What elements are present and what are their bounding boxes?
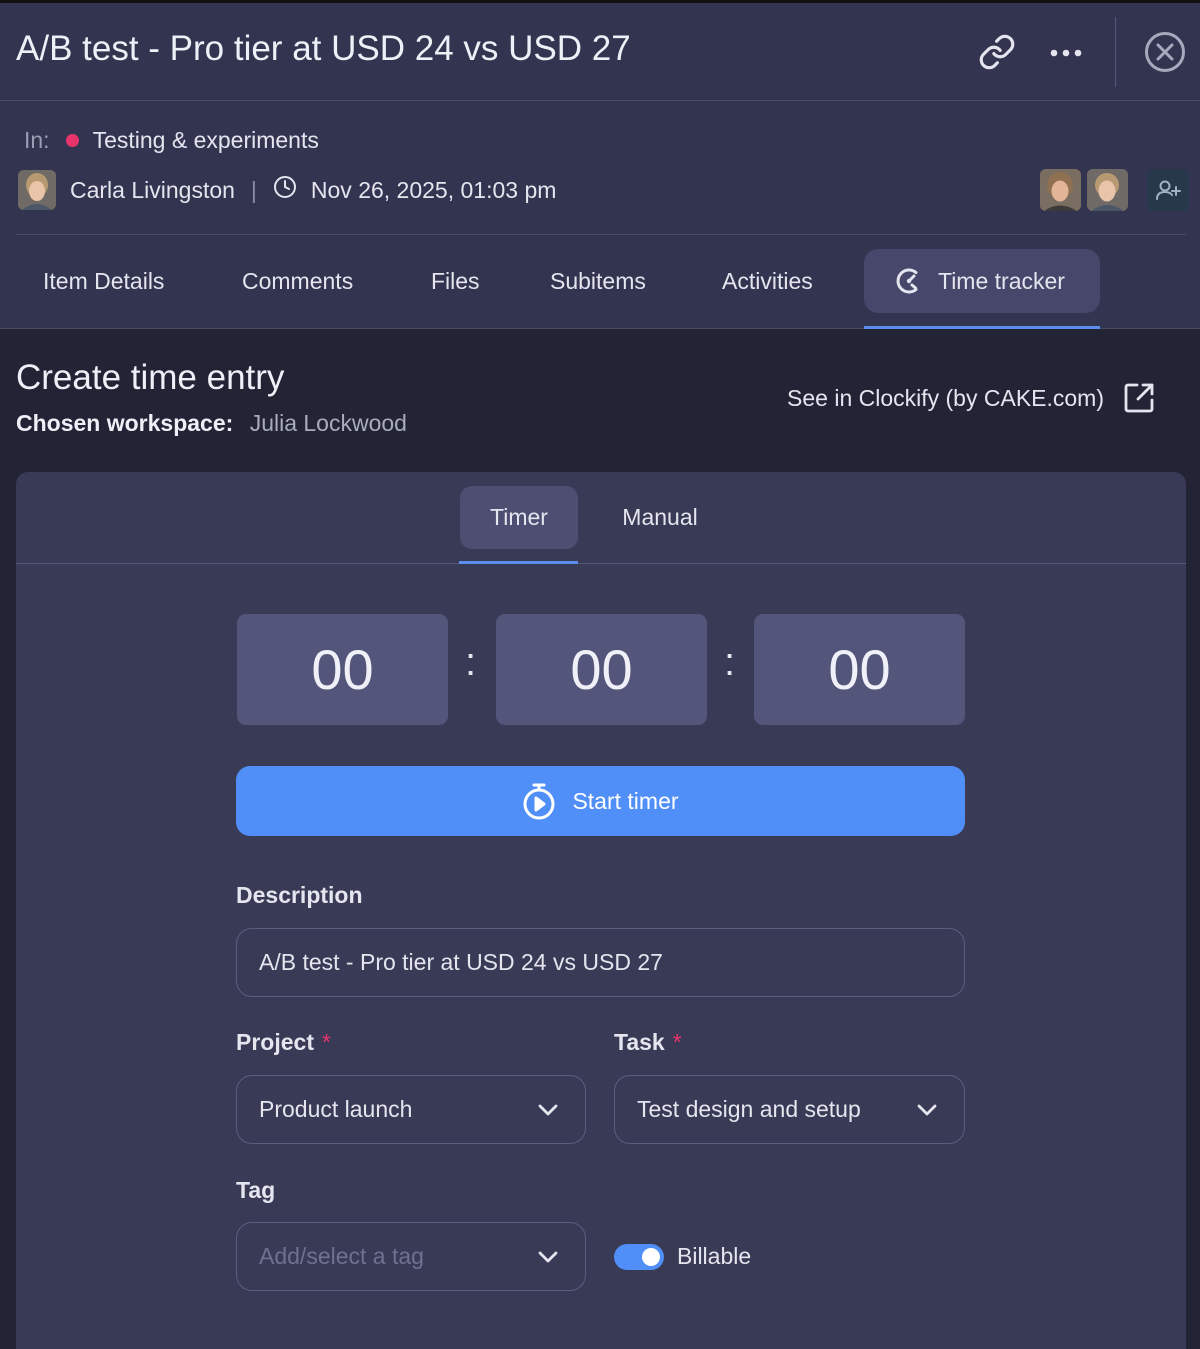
active-tab-underline: [864, 326, 1100, 329]
project-label: Project *: [236, 1029, 331, 1056]
avatar[interactable]: [1087, 169, 1128, 211]
add-person-icon: [1156, 180, 1181, 200]
stopwatch-icon: [523, 783, 555, 820]
time-entry-card: Timer Manual 00 : 00 : 00 Start timer De…: [16, 472, 1186, 1349]
tab-manual[interactable]: Manual: [604, 486, 716, 549]
tab-subitems[interactable]: Subitems: [550, 249, 646, 313]
toggle-knob: [642, 1248, 660, 1266]
project-select[interactable]: Product launch: [236, 1075, 586, 1144]
tab-comments[interactable]: Comments: [242, 249, 353, 313]
external-link-icon: [1124, 383, 1154, 413]
group-name[interactable]: Testing & experiments: [93, 127, 319, 154]
time-separator: :: [724, 640, 736, 684]
description-input[interactable]: A/B test - Pro tier at USD 24 vs USD 27: [236, 928, 965, 997]
task-label-text: Task: [614, 1029, 665, 1055]
avatar[interactable]: [1040, 169, 1081, 211]
billable-label: Billable: [677, 1243, 752, 1269]
mode-tab-underline: [459, 561, 578, 564]
tab-time-tracker-label: Time tracker: [938, 267, 1065, 294]
tab-files[interactable]: Files: [431, 249, 480, 313]
item-tabs: Item Details Comments Files Subitems Act…: [0, 249, 1200, 329]
group-row: In: Testing & experiments: [24, 127, 319, 154]
see-in-clockify-link[interactable]: See in Clockify (by CAKE.com): [787, 381, 1156, 415]
in-label: In:: [24, 127, 50, 153]
task-select[interactable]: Test design and setup: [614, 1075, 965, 1144]
required-mark: *: [672, 1029, 682, 1055]
chevron-down-icon: [538, 1251, 558, 1262]
mode-tabs: Timer Manual: [16, 472, 1186, 564]
billable-toggle[interactable]: [614, 1244, 664, 1270]
author-row: Carla Livingston | Nov 26, 2025, 01:03 p…: [18, 169, 556, 211]
project-value: Product launch: [259, 1096, 413, 1122]
minutes-display: 00: [496, 614, 707, 725]
tab-activities[interactable]: Activities: [722, 249, 813, 313]
header-divider: [1115, 17, 1116, 87]
task-label: Task *: [614, 1029, 682, 1056]
workspace-label: Chosen workspace:: [16, 410, 234, 436]
group-color-dot: [65, 134, 79, 147]
item-header: A/B test - Pro tier at USD 24 vs USD 27: [0, 3, 1200, 101]
start-timer-label: Start timer: [572, 787, 679, 814]
project-label-text: Project: [236, 1029, 314, 1055]
workspace-row: Chosen workspace: Julia Lockwood: [16, 410, 407, 437]
tab-time-tracker[interactable]: Time tracker: [864, 249, 1100, 313]
tag-placeholder: Add/select a tag: [259, 1243, 424, 1269]
clock-icon: [273, 175, 297, 205]
assignees: [1040, 169, 1189, 211]
time-separator: :: [465, 640, 477, 684]
section-title: Create time entry: [16, 358, 285, 397]
tab-item-details[interactable]: Item Details: [43, 249, 164, 313]
avatar[interactable]: [18, 170, 56, 210]
item-title: A/B test - Pro tier at USD 24 vs USD 27: [16, 29, 631, 68]
author-name[interactable]: Carla Livingston: [70, 177, 235, 204]
chevron-down-icon: [917, 1104, 937, 1115]
see-in-clockify-label: See in Clockify (by CAKE.com): [787, 384, 1104, 411]
add-person-button[interactable]: [1147, 169, 1189, 211]
seconds-display: 00: [754, 614, 965, 725]
tag-label: Tag: [236, 1177, 276, 1203]
hours-display: 00: [237, 614, 448, 725]
more-icon[interactable]: [1046, 33, 1086, 73]
tag-select[interactable]: Add/select a tag: [236, 1222, 586, 1291]
workspace-value: Julia Lockwood: [249, 410, 407, 436]
clockify-icon: [896, 268, 918, 294]
link-icon[interactable]: [975, 30, 1019, 74]
description-label: Description: [236, 882, 363, 908]
meta-divider: [16, 234, 1186, 235]
tab-timer[interactable]: Timer: [460, 486, 578, 549]
start-timer-button[interactable]: Start timer: [236, 766, 965, 836]
task-value: Test design and setup: [637, 1096, 861, 1122]
close-icon[interactable]: [1143, 30, 1187, 74]
chevron-down-icon: [538, 1104, 558, 1115]
item-meta: In: Testing & experiments Carla Livingst…: [0, 101, 1200, 329]
created-date: Nov 26, 2025, 01:03 pm: [310, 176, 557, 203]
required-mark: *: [321, 1029, 331, 1055]
author-date-separator: |: [250, 176, 257, 203]
